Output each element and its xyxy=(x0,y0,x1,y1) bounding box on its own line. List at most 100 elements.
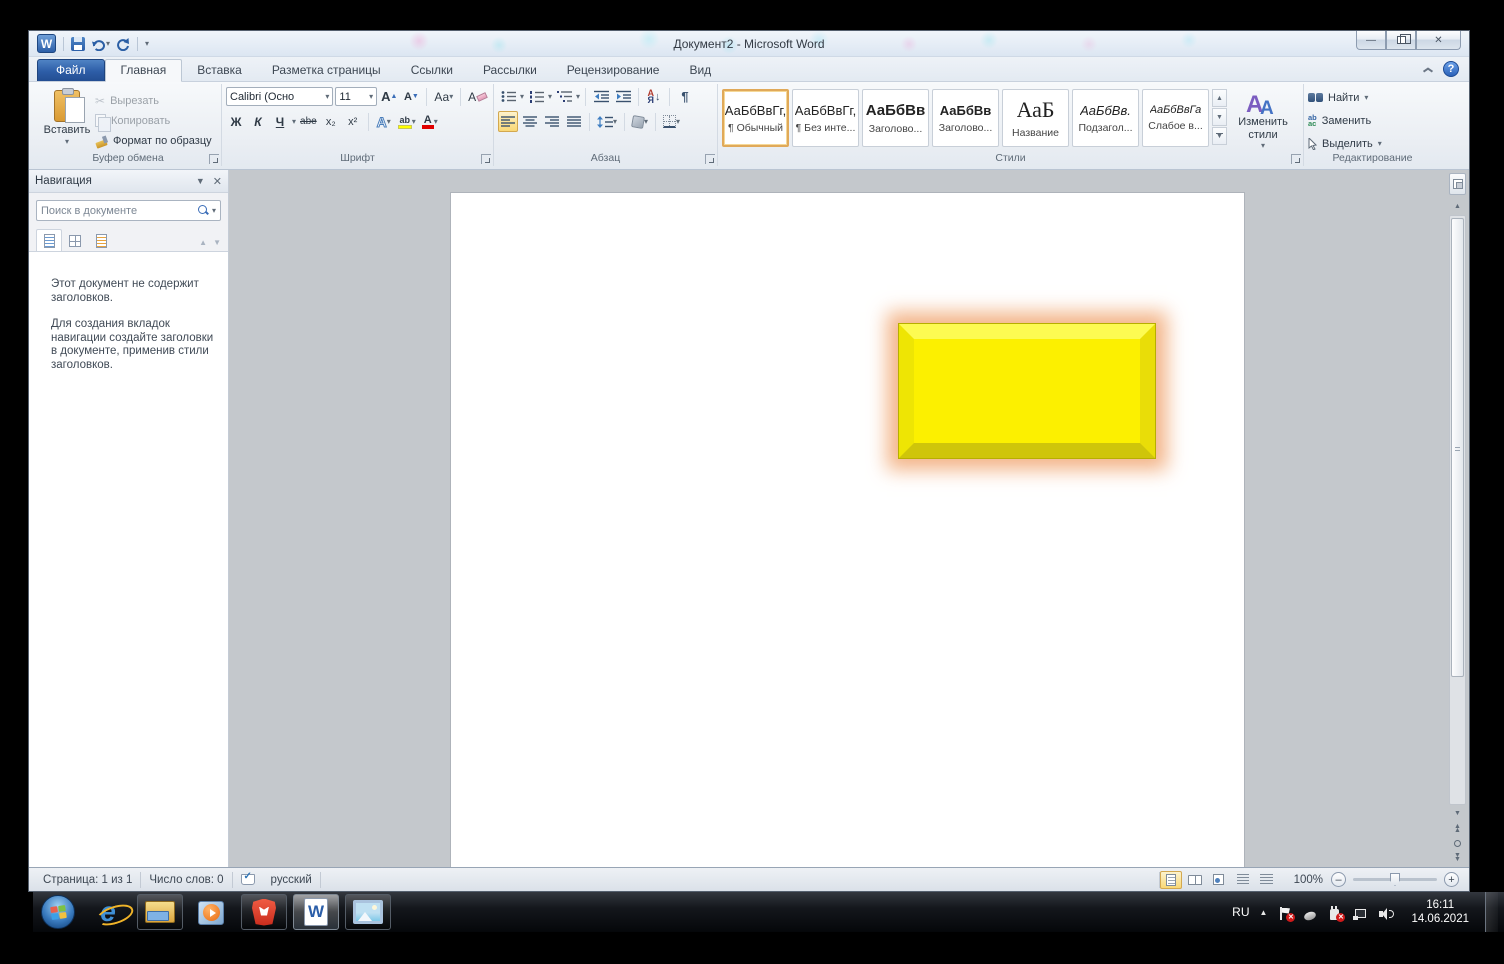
nav-pane-dropdown-icon[interactable]: ▼ xyxy=(196,176,205,186)
tab-home[interactable]: Главная xyxy=(105,59,183,82)
taskbar-brave[interactable] xyxy=(241,894,287,930)
vertical-scrollbar[interactable] xyxy=(1449,215,1466,805)
reading-view-button[interactable] xyxy=(1184,871,1206,889)
shrink-font-button[interactable]: А▼ xyxy=(401,86,421,107)
font-dialog-launcher-icon[interactable] xyxy=(481,154,491,164)
numbering-dropdown-icon[interactable]: ▾ xyxy=(548,93,552,101)
bold-button[interactable]: Ж xyxy=(226,111,246,132)
text-effects-button[interactable]: А▾ xyxy=(374,111,394,132)
change-case-button[interactable]: Аа▾ xyxy=(432,86,455,107)
style-card-heading2[interactable]: АаБбВв Заголово... xyxy=(932,89,999,147)
taskbar-internet-explorer[interactable]: e xyxy=(85,894,131,930)
gallery-more-icon[interactable]: ▼ xyxy=(1212,127,1227,145)
web-layout-view-button[interactable] xyxy=(1208,871,1230,889)
style-card-subtitle[interactable]: АаБбВв. Подзагол... xyxy=(1072,89,1139,147)
print-layout-view-button[interactable] xyxy=(1160,871,1182,889)
tab-view[interactable]: Вид xyxy=(674,60,726,81)
zoom-in-button[interactable]: + xyxy=(1444,872,1459,887)
nav-tab-pages[interactable] xyxy=(62,229,88,251)
zoom-slider[interactable] xyxy=(1353,878,1437,881)
copy-button[interactable]: Копировать xyxy=(95,112,212,129)
select-button[interactable]: Выделить ▾ xyxy=(1308,134,1437,153)
style-card-normal[interactable]: АаБбВвГг, ¶ Обычный xyxy=(722,89,789,147)
power-tray-icon[interactable]: ✕ xyxy=(1327,905,1342,920)
nav-pane-close-icon[interactable]: ✕ xyxy=(213,175,222,188)
strikethrough-button[interactable]: abe xyxy=(298,111,319,132)
clipboard-dialog-launcher-icon[interactable] xyxy=(209,154,219,164)
font-name-combo[interactable]: Calibri (Осно ▾ xyxy=(226,87,333,106)
taskbar-file-explorer[interactable] xyxy=(137,894,183,930)
show-desktop-button[interactable] xyxy=(1485,892,1498,932)
restore-button[interactable] xyxy=(1386,31,1416,50)
highlight-button[interactable]: ab ▾ xyxy=(396,111,418,132)
change-styles-button[interactable]: АА Изменить стили ▾ xyxy=(1231,86,1295,150)
format-painter-button[interactable]: Формат по образцу xyxy=(95,133,212,150)
redo-button[interactable] xyxy=(115,35,130,53)
grow-font-button[interactable]: А▲ xyxy=(379,86,399,107)
tab-insert[interactable]: Вставка xyxy=(182,60,257,81)
zoom-slider-thumb[interactable] xyxy=(1390,873,1400,886)
help-icon[interactable]: ? xyxy=(1443,61,1459,77)
minimize-button[interactable]: — xyxy=(1356,31,1386,50)
underline-button[interactable]: Ч xyxy=(270,111,290,132)
cut-button[interactable]: ✂ Вырезать xyxy=(95,92,212,109)
scroll-up-icon[interactable]: ▲ xyxy=(1449,199,1466,214)
line-spacing-button[interactable]: ▾ xyxy=(595,111,619,132)
paste-button[interactable]: Вставить ▾ xyxy=(39,86,95,150)
document-area[interactable]: ▲ ▼ ▲▲ ▼▼ xyxy=(229,170,1469,867)
bullets-button[interactable] xyxy=(498,86,518,107)
volume-tray-icon[interactable] xyxy=(1377,905,1395,920)
italic-button[interactable]: К xyxy=(248,111,268,132)
replace-button[interactable]: abac Заменить xyxy=(1308,111,1437,130)
word-count[interactable]: Число слов: 0 xyxy=(141,874,231,886)
style-card-heading1[interactable]: АаБбВв Заголово... xyxy=(862,89,929,147)
gallery-down-icon[interactable]: ▼ xyxy=(1212,108,1227,126)
draft-view-button[interactable] xyxy=(1256,871,1278,889)
search-icon[interactable] xyxy=(198,205,209,216)
style-card-subtle-emphasis[interactable]: АаБбВвГа Слабое в... xyxy=(1142,89,1209,147)
shading-button[interactable]: ▾ xyxy=(630,111,650,132)
taskbar-clock[interactable]: 16:11 14.06.2021 xyxy=(1405,898,1475,926)
start-button[interactable] xyxy=(37,894,79,930)
ruler-toggle-button[interactable] xyxy=(1449,173,1466,195)
scroll-down-icon[interactable]: ▼ xyxy=(1449,806,1466,821)
taskbar-photo-viewer[interactable] xyxy=(345,894,391,930)
tab-page-layout[interactable]: Разметка страницы xyxy=(257,60,396,81)
tab-mailings[interactable]: Рассылки xyxy=(468,60,552,81)
align-center-button[interactable] xyxy=(520,111,540,132)
align-left-button[interactable] xyxy=(498,111,518,132)
document-page[interactable] xyxy=(450,192,1245,867)
subscript-button[interactable]: x₂ xyxy=(321,111,341,132)
page-indicator[interactable]: Страница: 1 из 1 xyxy=(35,874,140,886)
undo-button[interactable]: ▾ xyxy=(90,35,110,53)
show-hidden-icons-button[interactable]: ▲ xyxy=(1260,908,1268,917)
tab-references[interactable]: Ссылки xyxy=(396,60,468,81)
save-button[interactable] xyxy=(71,35,85,53)
word-logo-icon[interactable]: W xyxy=(37,34,56,53)
clear-formatting-button[interactable]: А xyxy=(466,86,489,107)
previous-heading-icon[interactable]: ▲ xyxy=(199,238,207,247)
gallery-up-icon[interactable]: ▲ xyxy=(1212,89,1227,107)
outline-view-button[interactable] xyxy=(1232,871,1254,889)
multilevel-list-button[interactable] xyxy=(554,86,574,107)
multilevel-dropdown-icon[interactable]: ▾ xyxy=(576,93,580,101)
sort-button[interactable]: АЯ ↓ xyxy=(644,86,664,107)
styles-dialog-launcher-icon[interactable] xyxy=(1291,154,1301,164)
numbering-button[interactable] xyxy=(526,86,546,107)
zoom-out-button[interactable]: – xyxy=(1331,872,1346,887)
network-tray-icon[interactable] xyxy=(1352,905,1367,920)
tray-app-icon[interactable] xyxy=(1302,905,1317,920)
increase-indent-button[interactable] xyxy=(613,86,633,107)
tab-review[interactable]: Рецензирование xyxy=(552,60,675,81)
next-heading-icon[interactable]: ▼ xyxy=(213,238,221,247)
paragraph-dialog-launcher-icon[interactable] xyxy=(705,154,715,164)
superscript-button[interactable]: x² xyxy=(343,111,363,132)
next-page-button[interactable]: ▼▼ xyxy=(1449,851,1466,865)
action-center-tray-icon[interactable]: ✕ xyxy=(1277,905,1292,920)
align-right-button[interactable] xyxy=(542,111,562,132)
style-card-title[interactable]: АаБ Название xyxy=(1002,89,1069,147)
borders-button[interactable]: ▾ xyxy=(661,111,682,132)
show-marks-button[interactable]: ¶ xyxy=(675,86,695,107)
close-button[interactable]: ✕ xyxy=(1416,31,1461,50)
spellcheck-status[interactable] xyxy=(233,874,263,885)
